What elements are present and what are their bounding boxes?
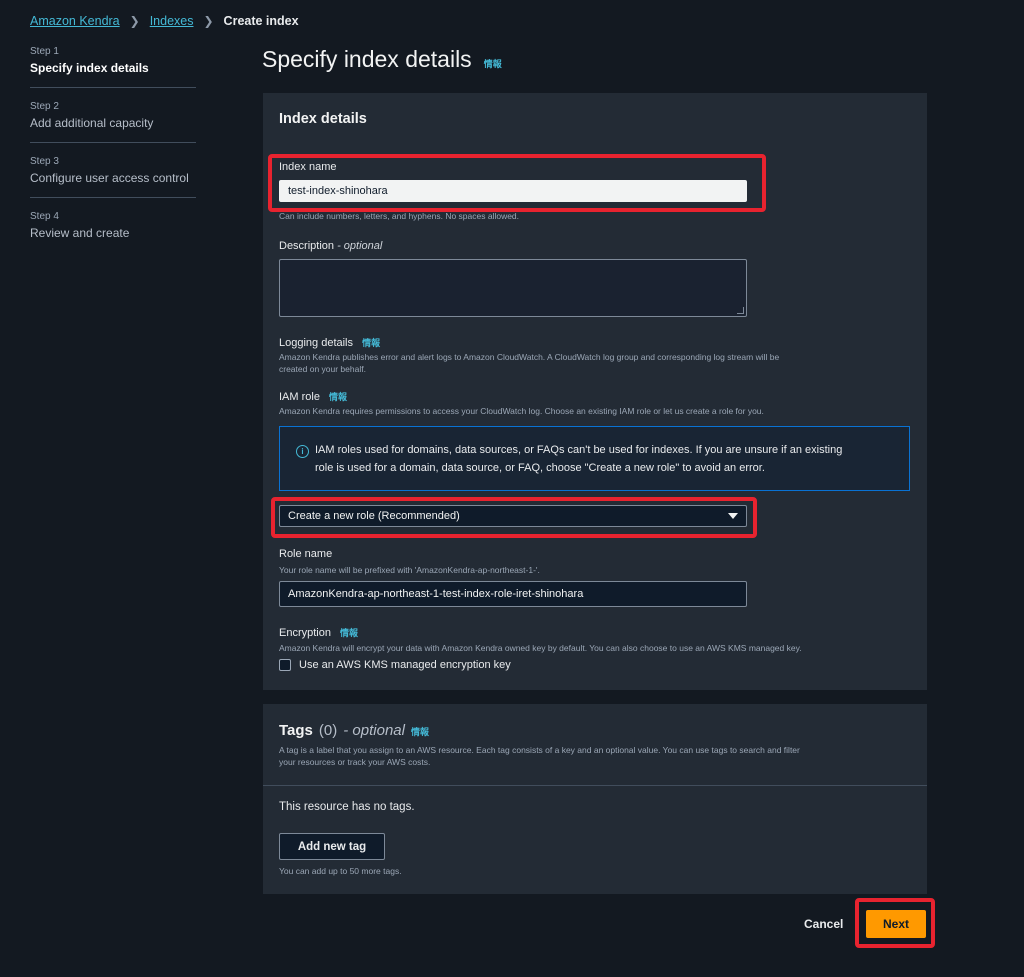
resize-handle-icon[interactable] xyxy=(737,307,744,314)
encryption-label-text: Encryption xyxy=(279,627,331,639)
logging-details-label: Logging details 情報 xyxy=(279,336,380,349)
page-header: Specify index details 情報 xyxy=(262,46,502,73)
logging-details-desc: Amazon Kendra publishes error and alert … xyxy=(279,351,779,375)
chevron-right-icon: ❯ xyxy=(203,14,214,28)
step-title: Configure user access control xyxy=(30,171,189,185)
info-link[interactable]: 情報 xyxy=(329,392,347,402)
info-link[interactable]: 情報 xyxy=(484,57,502,70)
iam-role-select-value: Create a new role (Recommended) xyxy=(288,510,460,522)
optional-marker: - optional xyxy=(334,240,383,252)
kms-key-checkbox-label: Use an AWS KMS managed encryption key xyxy=(299,659,511,671)
breadcrumb-link-amazon-kendra[interactable]: Amazon Kendra xyxy=(30,14,120,28)
step-title: Specify index details xyxy=(30,61,149,75)
kms-key-checkbox[interactable] xyxy=(279,659,291,671)
wizard-step-1: Step 1 Specify index details xyxy=(30,46,196,88)
description-label-text: Description xyxy=(279,240,335,252)
chevron-right-icon: ❯ xyxy=(129,14,140,28)
tags-count: (0) xyxy=(318,722,338,739)
encryption-label: Encryption 情報 xyxy=(279,626,358,639)
logging-desc-line: created on your behalf. xyxy=(279,364,366,374)
tags-heading: Tags xyxy=(279,722,313,739)
alert-text-line: IAM roles used for domains, data sources… xyxy=(315,444,843,456)
index-details-panel: Index details Index name test-index-shin… xyxy=(263,93,927,690)
step-title: Add additional capacity xyxy=(30,116,154,130)
wizard-step-2[interactable]: Step 2 Add additional capacity xyxy=(30,101,196,143)
description-textarea[interactable] xyxy=(279,259,747,317)
caret-down-icon xyxy=(728,513,738,519)
index-name-hint: Can include numbers, letters, and hyphen… xyxy=(279,211,520,221)
logging-desc-line: Amazon Kendra publishes error and alert … xyxy=(279,352,780,362)
optional-marker: - optional xyxy=(343,722,405,739)
divider xyxy=(263,785,927,786)
iam-role-label-text: IAM role xyxy=(279,391,320,403)
step-title: Review and create xyxy=(30,226,130,240)
wizard-step-4[interactable]: Step 4 Review and create xyxy=(30,211,196,252)
step-number: Step 3 xyxy=(30,156,59,167)
cancel-button[interactable]: Cancel xyxy=(804,917,843,931)
tags-limit-hint: You can add up to 50 more tags. xyxy=(279,866,402,876)
iam-role-desc: Amazon Kendra requires permissions to ac… xyxy=(279,406,764,416)
tags-title: Tags (0) - optional 情報 xyxy=(279,722,429,739)
breadcrumb: Amazon Kendra ❯ Indexes ❯ Create index xyxy=(30,14,299,28)
alert-text-line: role is used for a domain, data source, … xyxy=(315,462,765,474)
no-tags-message: This resource has no tags. xyxy=(279,801,415,813)
iam-role-select[interactable]: Create a new role (Recommended) xyxy=(279,505,747,527)
tags-panel: Tags (0) - optional 情報 A tag is a label … xyxy=(263,704,927,894)
step-number: Step 4 xyxy=(30,211,59,222)
info-circle-icon: i xyxy=(296,445,309,458)
kms-key-checkbox-row[interactable]: Use an AWS KMS managed encryption key xyxy=(279,659,511,671)
description-label: Description - optional xyxy=(279,240,382,252)
tags-desc-line: your resources or track your AWS costs. xyxy=(279,757,431,767)
info-link[interactable]: 情報 xyxy=(340,628,358,638)
next-button[interactable]: Next xyxy=(866,910,926,938)
breadcrumb-current: Create index xyxy=(223,14,299,28)
logging-details-label-text: Logging details xyxy=(279,337,354,349)
breadcrumb-link-indexes[interactable]: Indexes xyxy=(150,14,194,28)
iam-role-label: IAM role 情報 xyxy=(279,390,347,403)
role-name-hint: Your role name will be prefixed with 'Am… xyxy=(279,565,540,575)
info-link[interactable]: 情報 xyxy=(411,725,429,738)
encryption-desc: Amazon Kendra will encrypt your data wit… xyxy=(279,643,802,653)
role-name-label: Role name xyxy=(279,548,333,560)
wizard-step-3[interactable]: Step 3 Configure user access control xyxy=(30,156,196,198)
page-title: Specify index details xyxy=(262,46,472,72)
wizard-steps: Step 1 Specify index details Step 2 Add … xyxy=(30,46,196,265)
info-link[interactable]: 情報 xyxy=(362,338,380,348)
panel-title: Index details xyxy=(279,111,367,127)
add-new-tag-button[interactable]: Add new tag xyxy=(279,833,385,860)
role-name-input[interactable]: AmazonKendra-ap-northeast-1-test-index-r… xyxy=(279,581,747,607)
iam-role-info-alert: i IAM roles used for domains, data sourc… xyxy=(279,426,910,491)
index-name-input[interactable]: test-index-shinohara xyxy=(279,180,747,202)
step-number: Step 2 xyxy=(30,101,59,112)
tags-desc: A tag is a label that you assign to an A… xyxy=(279,744,800,768)
index-name-label: Index name xyxy=(279,161,337,173)
step-number: Step 1 xyxy=(30,46,59,57)
tags-desc-line: A tag is a label that you assign to an A… xyxy=(279,745,800,755)
